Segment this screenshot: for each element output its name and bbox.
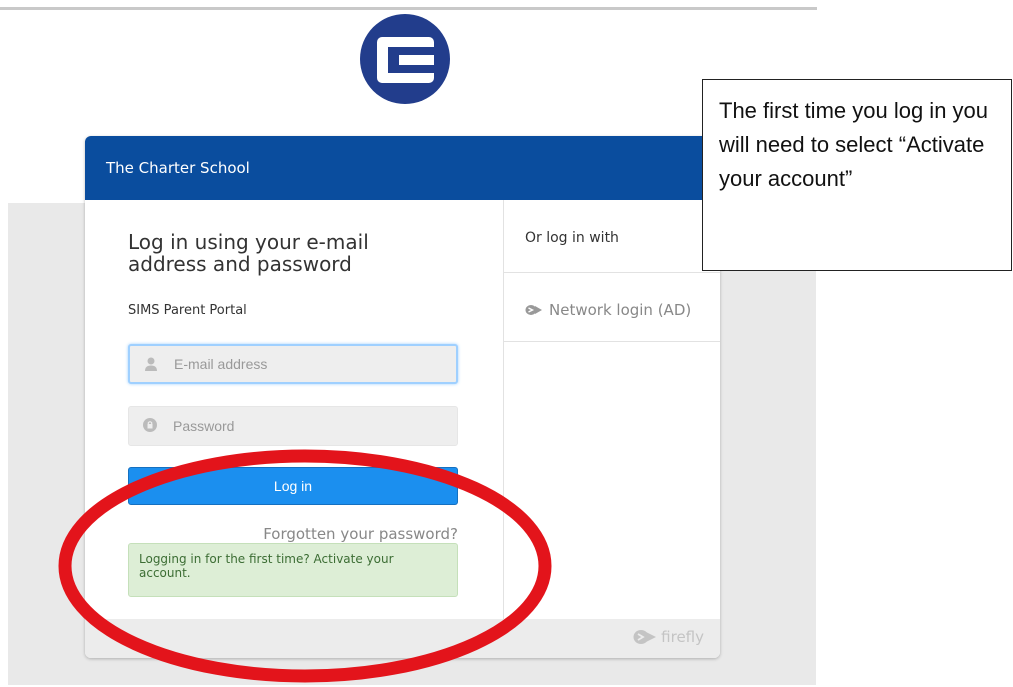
card-footer: firefly: [85, 619, 720, 658]
school-name: The Charter School: [106, 159, 250, 177]
charter-school-logo-icon: [360, 14, 450, 104]
top-divider: [0, 7, 817, 10]
alt-login-divider-top: [504, 272, 720, 273]
portal-label: SIMS Parent Portal: [128, 303, 247, 318]
firefly-brand: firefly: [633, 628, 704, 646]
password-input[interactable]: [173, 407, 443, 445]
column-divider: [503, 200, 504, 619]
email-field[interactable]: [128, 344, 458, 384]
email-input[interactable]: [174, 346, 444, 382]
lock-icon: [143, 418, 157, 432]
firefly-icon: [525, 305, 542, 315]
password-field[interactable]: [128, 406, 458, 446]
instruction-callout: The first time you log in you will need …: [702, 79, 1012, 271]
firefly-logo-icon: [633, 630, 657, 644]
network-login-button[interactable]: Network login (AD): [525, 301, 691, 319]
firefly-brand-label: firefly: [661, 628, 704, 646]
alt-login-title: Or log in with: [525, 230, 619, 246]
network-login-label: Network login (AD): [549, 301, 692, 319]
alt-login-divider-bottom: [504, 341, 720, 342]
log-in-button[interactable]: Log in: [128, 467, 458, 505]
forgot-password-link[interactable]: Forgotten your password?: [263, 525, 458, 543]
login-heading: Log in using your e-mail address and pas…: [128, 230, 369, 276]
login-card: The Charter School Log in using your e-m…: [85, 136, 720, 658]
activate-account-notice[interactable]: Logging in for the first time? Activate …: [128, 543, 458, 597]
user-icon: [145, 357, 157, 371]
card-header: The Charter School: [85, 136, 720, 200]
